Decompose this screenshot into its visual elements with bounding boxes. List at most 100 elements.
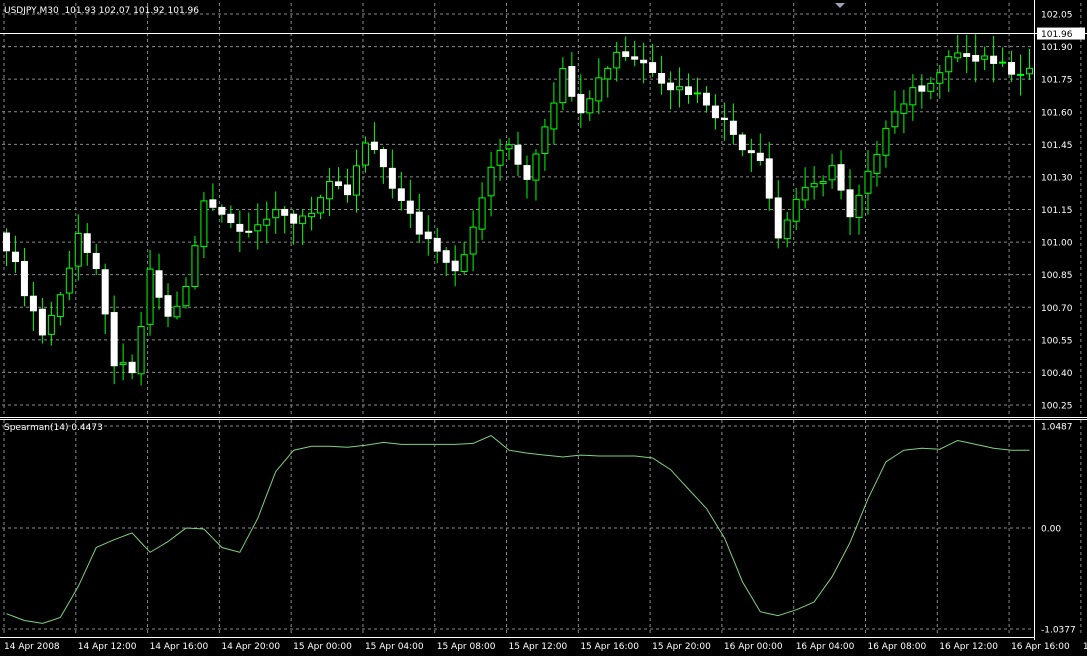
- candle-body: [254, 224, 262, 232]
- candle-body: [191, 245, 199, 288]
- candle-body: [415, 211, 423, 235]
- candle-body: [882, 127, 890, 156]
- candle-body: [505, 144, 513, 150]
- candle-body: [720, 117, 728, 121]
- time-tick-label: 16 Apr 04:00: [796, 642, 855, 652]
- time-tick-label: 15 Apr 16:00: [580, 642, 639, 652]
- candle-body: [29, 295, 37, 312]
- candle-body: [586, 98, 594, 114]
- candle-body: [685, 86, 693, 96]
- candle-body: [433, 237, 441, 252]
- candle-body: [1017, 73, 1025, 76]
- candle-body: [963, 53, 971, 58]
- candle-body: [873, 153, 881, 174]
- candle-body: [335, 181, 343, 187]
- candle-body: [38, 308, 46, 336]
- candle-body: [308, 212, 316, 218]
- candle-body: [541, 126, 549, 155]
- price-tick-label: 101.15: [1041, 206, 1073, 216]
- candle-body: [487, 166, 495, 197]
- candle-body: [702, 92, 710, 106]
- candle-body: [2, 232, 10, 252]
- candle-body: [918, 85, 926, 92]
- candle-body: [981, 55, 989, 60]
- candle-body: [936, 72, 944, 84]
- candle-body: [370, 141, 378, 151]
- candle-body: [146, 268, 154, 325]
- candle-body: [200, 200, 208, 248]
- price-tick-label: 100.25: [1041, 402, 1073, 412]
- candle-body: [164, 295, 172, 317]
- chart-background: [0, 0, 1087, 652]
- price-tick-label: 101.45: [1041, 141, 1073, 151]
- time-tick-label: 15 Apr 00:00: [293, 642, 352, 652]
- candle-body: [245, 230, 253, 233]
- candle-body: [236, 223, 244, 232]
- candle-body: [47, 314, 55, 335]
- price-tick-label: 100.40: [1041, 369, 1073, 379]
- candle-body: [128, 361, 136, 374]
- candle-body: [783, 219, 791, 240]
- candle-body: [891, 111, 899, 128]
- candle-body: [631, 56, 639, 60]
- candle-body: [326, 181, 334, 200]
- candle-body: [990, 55, 998, 64]
- candle-body: [667, 82, 675, 91]
- candle-body: [738, 134, 746, 151]
- indicator-tick-label: 1.0487: [1041, 423, 1073, 433]
- price-tick-label: 101.75: [1041, 76, 1073, 86]
- candle-body: [361, 142, 369, 166]
- candle-body: [478, 197, 486, 230]
- candle-body: [343, 184, 351, 196]
- candle-body: [864, 170, 872, 194]
- price-tick-label: 100.85: [1041, 271, 1073, 281]
- candle-body: [774, 197, 782, 239]
- candle-body: [711, 105, 719, 119]
- time-tick-label: 16 Apr 00:00: [724, 642, 783, 652]
- candle-body: [442, 250, 450, 263]
- candle-body: [693, 92, 701, 95]
- candle-body: [317, 197, 325, 214]
- time-tick-label: 16 Apr 12:00: [939, 642, 998, 652]
- time-tick-label: 16 Apr 20:00: [1083, 642, 1087, 652]
- candle-body: [756, 152, 764, 161]
- candle-body: [514, 144, 522, 165]
- time-tick-label: 15 Apr 08:00: [437, 642, 496, 652]
- time-tick-label: 14 Apr 2008: [4, 642, 60, 652]
- candle-body: [56, 294, 64, 317]
- candle-body: [424, 231, 432, 240]
- time-tick-label: 15 Apr 20:00: [652, 642, 711, 652]
- price-tick-label: 101.30: [1041, 173, 1073, 183]
- candle-body: [676, 86, 684, 91]
- candle-body: [532, 153, 540, 181]
- candle-body: [909, 87, 917, 106]
- candle-body: [819, 181, 827, 185]
- trading-chart-window[interactable]: 101.96 102.05 101.90 101.75 101.60 101.45 101…: [0, 0, 1087, 652]
- price-tick-label: 102.05: [1041, 11, 1073, 21]
- indicator-tick-label: 0.00: [1041, 525, 1061, 535]
- candle-body: [649, 62, 657, 74]
- candle-body: [20, 260, 28, 297]
- candle-body: [801, 187, 809, 201]
- candle-body: [379, 149, 387, 168]
- candle-body: [837, 164, 845, 191]
- time-tick-label: 15 Apr 04:00: [365, 642, 424, 652]
- candle-body: [173, 305, 181, 318]
- indicator-tick-label: -1.0377: [1041, 626, 1076, 636]
- candle-body: [290, 213, 298, 224]
- price-tick-label: 100.55: [1041, 336, 1073, 346]
- candle-body: [613, 51, 621, 69]
- candle-body: [460, 254, 468, 273]
- candle-body: [65, 267, 73, 294]
- time-tick-label: 14 Apr 20:00: [221, 642, 280, 652]
- current-price-label: 101.96: [1041, 30, 1073, 40]
- candle-body: [523, 165, 531, 180]
- price-tick-label: 101.90: [1041, 43, 1073, 53]
- candle-body: [927, 83, 935, 92]
- chart-canvas[interactable]: 101.96 102.05 101.90 101.75 101.60 101.45 101…: [0, 0, 1087, 652]
- candle-body: [658, 73, 666, 84]
- candle-body: [496, 149, 504, 166]
- candle-body: [640, 59, 648, 64]
- candle-body: [83, 233, 91, 253]
- candle-body: [765, 158, 773, 199]
